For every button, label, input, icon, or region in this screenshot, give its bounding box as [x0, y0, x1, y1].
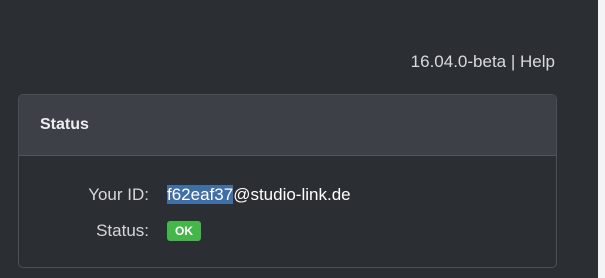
status-label: Status: [96, 221, 149, 240]
help-link[interactable]: Help [520, 52, 555, 71]
id-selected-text[interactable]: f62eaf37 [167, 185, 234, 204]
id-domain-text[interactable]: @studio-link.de [233, 185, 350, 204]
separator: | [510, 52, 516, 71]
version-text: 16.04.0-beta [410, 52, 507, 71]
status-badge: OK [167, 221, 201, 241]
status-panel: Status Your ID: f62eaf37@studio-link.de … [18, 94, 557, 268]
id-row: Your ID: f62eaf37@studio-link.de [19, 183, 556, 207]
window-edge [598, 0, 605, 278]
top-bar: 16.04.0-beta | Help [411, 52, 555, 72]
status-row: Status: OK [19, 219, 556, 243]
id-label: Your ID: [88, 185, 149, 204]
id-value[interactable]: f62eaf37@studio-link.de [167, 185, 351, 205]
app-window: 16.04.0-beta | Help Status Your ID: f62e… [0, 0, 598, 278]
panel-title: Status [19, 95, 556, 156]
